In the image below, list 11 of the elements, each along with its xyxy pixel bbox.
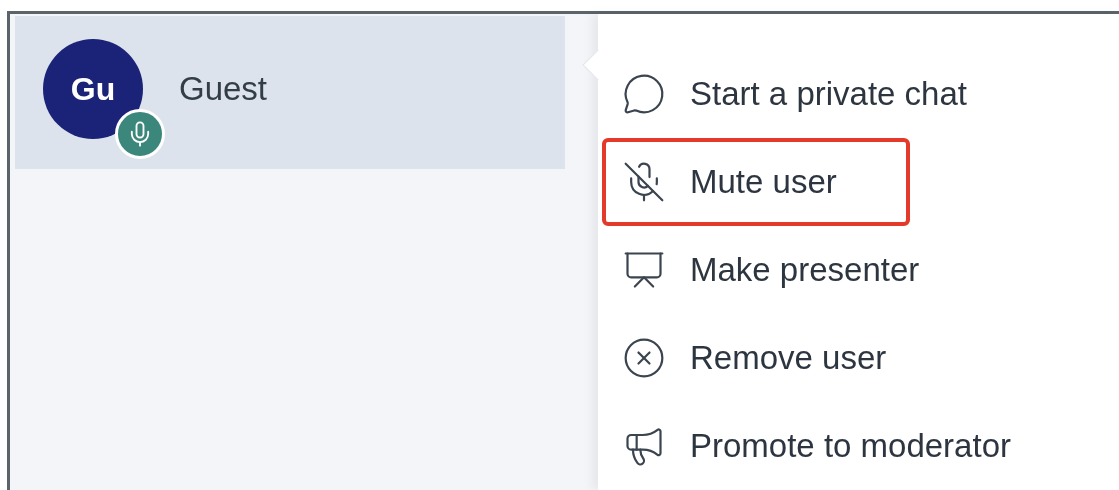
speech-bubble-icon bbox=[622, 72, 666, 116]
menu-item[interactable]: Promote to moderator bbox=[602, 402, 1027, 490]
user-avatar: Gu bbox=[43, 38, 143, 139]
user-name: Guest bbox=[179, 68, 268, 109]
menu-item[interactable]: Mute user bbox=[602, 138, 910, 226]
circle-x-icon bbox=[622, 336, 666, 380]
menu-item[interactable]: Start a private chat bbox=[602, 50, 983, 138]
menu-item[interactable]: Remove user bbox=[602, 314, 910, 402]
microphone-off-icon bbox=[622, 160, 666, 204]
user-list-item[interactable]: Gu Guest bbox=[15, 16, 565, 169]
menu-item[interactable]: Make presenter bbox=[602, 226, 936, 314]
